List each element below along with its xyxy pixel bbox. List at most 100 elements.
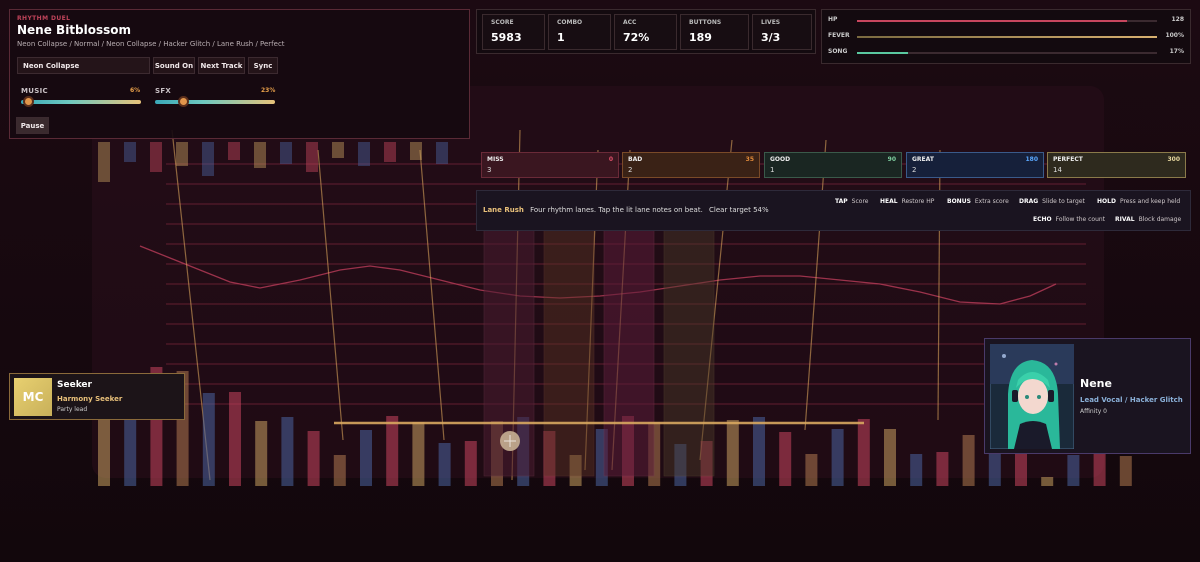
sound-toggle-button[interactable]: Sound On [153,57,195,74]
sync-button[interactable]: Sync [248,57,278,74]
sfx-slider-knob[interactable] [177,96,189,107]
judge-bad-count: 2 [628,166,633,174]
stage-backdrop [92,86,1104,478]
legend-drag: DRAG Slide to target [1019,198,1085,205]
judge-good-points: 90 [887,156,896,163]
spectrum-bottom-bar [307,431,320,486]
legend-hold-key: HOLD [1097,198,1116,205]
spectrum-top-bar [150,142,162,172]
spectrum-top-bar [98,142,110,182]
judge-good-count: 1 [770,166,775,174]
hp-value: 128 [1171,16,1184,23]
sfx-slider[interactable] [155,100,275,104]
legend-bonus-key: BONUS [947,198,971,205]
spectrum-bottom-bar [805,454,818,486]
music-label: MUSIC [21,87,48,95]
spectrum-bottom-bar [255,421,268,486]
judge-great-points: 180 [1025,156,1038,163]
spectrum-bottom-bar [202,393,215,486]
buttons-label: BUTTONS [689,19,722,26]
judge-miss-points: 0 [608,156,613,163]
mode-target: Clear target 54% [709,206,769,214]
buttons-value: 189 [689,31,712,44]
judge-bad-label: BAD [628,156,643,163]
spectrum-bottom-bar [831,429,844,486]
mode-name: Lane Rush [483,206,524,214]
spectrum-bottom-bar [1067,455,1080,486]
player-avatar: MC [14,378,52,416]
legend-echo-desc: Follow the count [1055,216,1106,223]
spectrum-top-bar [124,142,136,162]
judge-perfect-count: 14 [1053,166,1062,174]
legend-bonus: BONUS Extra score [947,198,1009,205]
combo-value: 1 [557,31,565,44]
player-card: MC Seeker Harmony Seeker Party lead [9,373,185,420]
stats-panel: SCORE 5983 COMBO 1 ACC 72% BUTTONS 189 L… [476,9,816,54]
judge-good-label: GOOD [770,156,791,163]
legend-drag-desc: Slide to target [1042,198,1085,205]
spectrum-top-bar [384,142,396,162]
player-initials: MC [22,390,44,404]
spectrum-top-bar [306,142,318,172]
acc-value: 72% [623,31,650,44]
legend-heal-desc: Restore HP [901,198,935,205]
song-fill [857,52,908,54]
music-value: 6% [130,87,141,94]
spectrum-top-bar [176,142,188,166]
music-slider-knob[interactable] [23,96,35,107]
spectrum-top-bar [254,142,266,168]
spectrum-bottom-bar [936,452,949,486]
spectrum-bottom-bar [1041,477,1054,486]
legend-heal: HEAL Restore HP [880,198,934,205]
rival-portrait [990,344,1074,449]
legend-echo: ECHO Follow the count [1033,216,1105,223]
spectrum-bottom-bar [386,416,399,486]
hp-fill [857,20,1127,22]
music-slider[interactable] [21,100,141,104]
spectrum-bottom-bar [962,435,975,486]
judge-good: GOOD 90 1 [764,152,902,178]
spectrum-bottom-bar [857,419,870,486]
judge-great-count: 2 [912,166,917,174]
lives-value: 3/3 [761,31,781,44]
lane-2 [543,227,595,477]
legend-tap: TAP Score [835,198,868,205]
song-value: 17% [1169,48,1184,55]
combo-label: COMBO [557,19,583,26]
song-panel: RHYTHM DUEL Nene Bitblossom Neon Collaps… [9,9,470,139]
fever-value: 100% [1165,32,1184,39]
sfx-value: 23% [261,87,276,94]
hp-meter: HP 128 [828,16,1186,26]
fever-meter: FEVER 100% [828,32,1186,42]
combo-stat: COMBO 1 [548,14,611,50]
spectrum-bottom-bar [1119,456,1132,486]
legend-echo-key: ECHO [1033,216,1052,223]
track-select-label: Neon Collapse [23,61,80,70]
fever-label: FEVER [828,32,850,39]
pause-button[interactable]: Pause [16,117,49,134]
legend-tap-key: TAP [835,198,848,205]
judge-miss-count: 3 [487,166,492,174]
sfx-label: SFX [155,87,172,95]
player-party: Party lead [57,406,88,413]
spectrum-bottom-bar [438,443,451,486]
rival-card: Nene Lead Vocal / Hacker Glitch Affinity… [984,338,1191,454]
spectrum-bottom-bar [229,392,241,486]
rival-name: Nene [1080,377,1112,390]
lives-label: LIVES [761,19,781,26]
lane-4 [663,227,715,477]
song-subtitle: Neon Collapse / Normal / Neon Collapse /… [17,40,285,48]
score-value: 5983 [491,31,522,44]
legend-rival: RIVAL Block damage [1115,216,1181,223]
player-name: Seeker [57,380,92,390]
lives-stat: LIVES 3/3 [752,14,812,50]
hp-label: HP [828,16,838,23]
track-select[interactable]: Neon Collapse [17,57,150,74]
spectrum-top-bar [280,142,292,164]
spectrum-top-bar [332,142,344,158]
spectrum-top-bar [228,142,240,160]
spectrum-top-bar [436,142,448,164]
next-track-button[interactable]: Next Track [198,57,245,74]
judge-great-label: GREAT [912,156,934,163]
mode-info: Lane Rush Four rhythm lanes. Tap the lit… [483,206,769,214]
